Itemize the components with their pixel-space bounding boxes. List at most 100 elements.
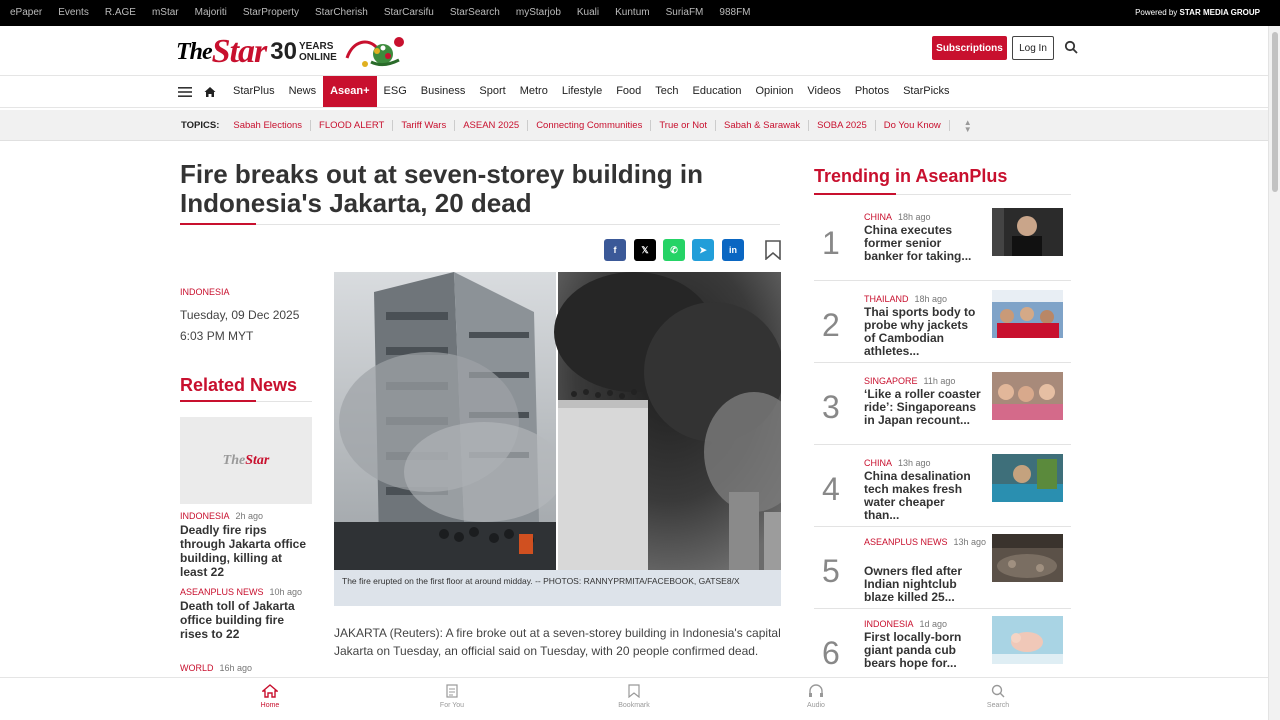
related-tag: INDONESIA 2h ago	[180, 511, 263, 521]
topic-link[interactable]: Sabah & Sarawak	[716, 120, 810, 131]
trending-headline[interactable]: China executes former senior banker for …	[864, 224, 982, 263]
search-icon[interactable]	[1064, 40, 1078, 54]
trending-headline[interactable]: First locally-born giant panda cub bears…	[864, 631, 982, 670]
nav-item-esg[interactable]: ESG	[377, 76, 414, 107]
page-scrollbar[interactable]	[1268, 26, 1280, 720]
network-link[interactable]: StarCherish	[315, 7, 368, 18]
bottom-nav-home-label: Home	[260, 702, 280, 709]
nav-item-photos[interactable]: Photos	[848, 76, 896, 107]
related-category[interactable]: WORLD	[180, 663, 214, 673]
bottom-nav-search[interactable]: Search	[968, 684, 1028, 709]
x-icon: 𝕏	[641, 244, 649, 255]
share-telegram-button[interactable]: ➤	[692, 239, 714, 261]
network-link[interactable]: myStarjob	[516, 7, 561, 18]
trending-category[interactable]: SINGAPORE	[864, 376, 918, 386]
network-link[interactable]: Kuali	[577, 7, 599, 18]
related-category[interactable]: INDONESIA	[180, 511, 230, 521]
bottom-nav-for-you-label: For You	[439, 702, 465, 709]
share-x-button[interactable]: 𝕏	[634, 239, 656, 261]
network-link[interactable]: Kuntum	[615, 7, 649, 18]
nav-item-metro[interactable]: Metro	[513, 76, 555, 107]
trending-thumbnail[interactable]	[992, 290, 1063, 338]
trending-time: 18h ago	[898, 212, 931, 222]
nav-item-food[interactable]: Food	[609, 76, 648, 107]
bottom-nav-audio-label: Audio	[807, 702, 825, 709]
network-link[interactable]: mStar	[152, 7, 179, 18]
trending-thumbnail[interactable]	[992, 208, 1063, 256]
network-link[interactable]: SuriaFM	[666, 7, 704, 18]
topic-link[interactable]: True or Not	[651, 120, 717, 131]
bottom-nav-bookmark[interactable]: Bookmark	[604, 684, 664, 709]
group-name[interactable]: STAR MEDIA GROUP	[1180, 8, 1260, 17]
trending-headline[interactable]: Thai sports body to probe why jackets of…	[864, 306, 982, 358]
site-logo[interactable]: The Star 30 YEARS ONLINE	[176, 32, 407, 72]
related-category[interactable]: ASEANPLUS NEWS	[180, 587, 264, 597]
network-link[interactable]: StarSearch	[450, 7, 500, 18]
trending-category[interactable]: CHINA	[864, 458, 892, 468]
nav-item-sport[interactable]: Sport	[472, 76, 512, 107]
bottom-nav-home[interactable]: Home	[240, 684, 300, 709]
related-thumbnail-placeholder[interactable]: TheStar	[180, 417, 312, 504]
nav-item-tech[interactable]: Tech	[648, 76, 685, 107]
trending-thumbnail[interactable]	[992, 372, 1063, 420]
nav-item-lifestyle[interactable]: Lifestyle	[555, 76, 609, 107]
nav-item-starpicks[interactable]: StarPicks	[896, 76, 956, 107]
bottom-nav-for-you[interactable]: For You	[422, 684, 482, 709]
trending-category[interactable]: ASEANPLUS NEWS	[864, 537, 948, 547]
topic-link[interactable]: Connecting Communities	[528, 120, 652, 131]
nav-item-starplus[interactable]: StarPlus	[226, 76, 282, 107]
nav-item-news[interactable]: News	[282, 76, 324, 107]
bookmark-icon[interactable]	[764, 240, 782, 260]
topic-link[interactable]: Tariff Wars	[393, 120, 456, 131]
trending-category[interactable]: INDONESIA	[864, 619, 914, 629]
topic-link[interactable]: Do You Know	[876, 120, 950, 131]
logo-30: 30	[270, 38, 297, 65]
nav-item-opinion[interactable]: Opinion	[748, 76, 800, 107]
share-whatsapp-button[interactable]: ✆	[663, 239, 685, 261]
trending-thumbnail[interactable]	[992, 534, 1063, 582]
related-headline[interactable]: Death toll of Jakarta office building fi…	[180, 599, 312, 641]
topic-link[interactable]: ASEAN 2025	[455, 120, 529, 131]
top-utility-bar: ePaper Events R.AGE mStar Majoriti StarP…	[0, 0, 1280, 26]
trending-headline[interactable]: China desalination tech makes fresh wate…	[864, 470, 982, 522]
topics-scroll-icon[interactable]: ▲ ▼	[964, 118, 972, 133]
network-link[interactable]: ePaper	[10, 7, 42, 18]
nav-item-education[interactable]: Education	[686, 76, 749, 107]
bottom-nav-audio[interactable]: Audio	[786, 684, 846, 709]
article-main-photo[interactable]	[334, 272, 781, 570]
trending-item[interactable]: 1 CHINA 18h ago China executes former sen…	[814, 199, 1071, 281]
topic-link[interactable]: SOBA 2025	[809, 120, 876, 131]
nav-item-business[interactable]: Business	[414, 76, 473, 107]
trending-item[interactable]: 3 SINGAPORE 11h ago ‘Like a roller coaste…	[814, 363, 1071, 445]
trending-category[interactable]: CHINA	[864, 212, 892, 222]
share-facebook-button[interactable]: f	[604, 239, 626, 261]
article-date: Tuesday, 09 Dec 2025	[180, 308, 300, 322]
topic-link[interactable]: Sabah Elections	[225, 120, 312, 131]
trending-thumbnail[interactable]	[992, 616, 1063, 664]
network-link[interactable]: Majoriti	[195, 7, 227, 18]
article-country[interactable]: INDONESIA	[180, 287, 230, 297]
network-link[interactable]: R.AGE	[105, 7, 136, 18]
trending-item[interactable]: 2 THAILAND 18h ago Thai sports body to pr…	[814, 281, 1071, 363]
trending-headline[interactable]: ‘Like a roller coaster ride’: Singaporea…	[864, 388, 982, 427]
trending-headline[interactable]: Owners fled after Indian nightclub blaze…	[864, 565, 982, 604]
nav-item-asean-plus[interactable]: Asean+	[323, 76, 377, 107]
network-link[interactable]: Events	[58, 7, 89, 18]
trending-category[interactable]: THAILAND	[864, 294, 909, 304]
trending-thumbnail[interactable]	[992, 454, 1063, 502]
login-button[interactable]: Log In	[1012, 36, 1054, 60]
trending-item[interactable]: 4 CHINA 13h ago China desalination tech m…	[814, 445, 1071, 527]
topic-link[interactable]: FLOOD ALERT	[311, 120, 394, 131]
subscriptions-button[interactable]: Subscriptions	[932, 36, 1007, 60]
scrollbar-thumb[interactable]	[1272, 32, 1278, 192]
network-link[interactable]: 988FM	[719, 7, 750, 18]
home-icon[interactable]	[204, 86, 216, 98]
related-headline[interactable]: Deadly fire rips through Jakarta office …	[180, 523, 312, 579]
nav-item-videos[interactable]: Videos	[800, 76, 847, 107]
network-link[interactable]: StarProperty	[243, 7, 299, 18]
network-link[interactable]: StarCarsifu	[384, 7, 434, 18]
hamburger-menu-icon[interactable]	[178, 86, 192, 98]
trending-item[interactable]: 5 ASEANPLUS NEWS 13h ago Owners fled afte…	[814, 527, 1071, 609]
related-tag: ASEANPLUS NEWS 10h ago	[180, 587, 302, 597]
share-linkedin-button[interactable]: in	[722, 239, 744, 261]
